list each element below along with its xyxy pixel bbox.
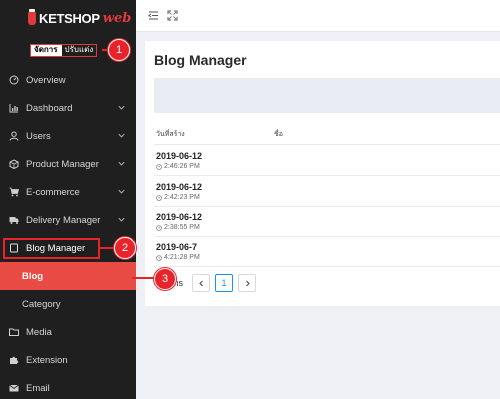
annotation-marker: 2 (114, 237, 136, 259)
pagination-next-button[interactable] (238, 274, 257, 292)
sidebar-item-extension[interactable]: Extension (0, 346, 136, 374)
menu-fold-icon[interactable] (148, 10, 159, 21)
sidebar-item-label: Dashboard (26, 102, 73, 114)
row-time-text: 2:38:55 PM (164, 224, 200, 231)
row-date: 2019-06-12 (156, 182, 203, 192)
sidebar-item-dashboard[interactable]: Dashboard (0, 94, 136, 122)
pagination-prev-button[interactable] (192, 274, 211, 292)
table-header: วันที่สร้าง ชื่อ (154, 127, 500, 145)
sidebar-item-delivery-manager[interactable]: Delivery Manager (0, 206, 136, 234)
column-header-created-date[interactable]: วันที่สร้าง (156, 129, 185, 140)
sidebar-item-label: Delivery Manager (26, 214, 101, 226)
annotation-highlight-box (3, 238, 100, 259)
row-time: 2:46:26 PM (156, 163, 200, 170)
sidebar-item-label: Overview (26, 74, 66, 86)
clock-icon (156, 163, 162, 170)
annotation-marker: 1 (108, 39, 130, 61)
row-date: 2019-06-7 (156, 242, 198, 252)
table-row[interactable]: 2019-06-12 2:46:26 PM (154, 146, 500, 176)
brand-logo[interactable]: KETSHOP web (28, 8, 131, 28)
sidebar-item-product-manager[interactable]: Product Manager (0, 150, 136, 178)
mail-icon (9, 383, 19, 393)
column-header-name[interactable]: ชื่อ (274, 129, 283, 140)
truck-icon (9, 215, 19, 225)
sidebar-item-users[interactable]: Users (0, 122, 136, 150)
clock-icon (156, 194, 162, 201)
row-time-text: 2:46:26 PM (164, 163, 200, 170)
chevron-down-icon (118, 161, 125, 166)
sidebar-subitem-blog[interactable]: Blog (0, 262, 136, 290)
sidebar-menu: Overview Dashboard Users Product Manager… (0, 66, 136, 399)
pagination-page-1[interactable]: 1 (215, 274, 234, 292)
page-title: Blog Manager (154, 52, 247, 68)
row-date: 2019-06-12 (156, 212, 203, 222)
chevron-down-icon (118, 133, 125, 138)
annotation-connector (100, 247, 114, 249)
row-date: 2019-06-12 (156, 151, 203, 161)
sidebar-item-label: Media (26, 326, 52, 338)
row-time-text: 2:42:23 PM (164, 194, 200, 201)
row-time: 2:42:23 PM (156, 194, 200, 201)
folder-icon (9, 327, 19, 337)
fullscreen-icon[interactable] (167, 10, 178, 21)
annotation-marker: 3 (154, 268, 176, 290)
sidebar-item-label: Extension (26, 354, 68, 366)
sidebar-subitem-label: Blog (22, 270, 44, 282)
puzzle-icon (9, 355, 19, 365)
chevron-right-icon (245, 280, 250, 286)
sidebar-item-overview[interactable]: Overview (0, 66, 136, 94)
bar-chart-icon (9, 103, 19, 113)
box-icon (9, 159, 19, 169)
row-time: 4:21:28 PM (156, 254, 200, 261)
chevron-down-icon (118, 189, 125, 194)
sidebar-subitem-category[interactable]: Category (0, 290, 136, 318)
row-time: 2:38:55 PM (156, 224, 200, 231)
role-label-2: ปรับแต่ง (60, 45, 97, 56)
role-label: จัดการ (31, 45, 61, 56)
topbar (136, 0, 500, 32)
cart-icon (9, 187, 19, 197)
clock-icon (156, 254, 162, 261)
sidebar-item-label: Product Manager (26, 158, 99, 170)
sidebar-item-label: Users (26, 130, 51, 142)
gauge-icon (9, 75, 19, 85)
brand-name: KETSHOP (39, 10, 100, 26)
sidebar-item-ecommerce[interactable]: E-commerce (0, 178, 136, 206)
user-icon (9, 131, 19, 141)
filter-bar (154, 78, 500, 113)
clock-icon (156, 224, 162, 231)
shop-cup-icon (28, 8, 36, 25)
content-card: Blog Manager วันที่สร้าง ชื่อ 2019-06-12… (145, 41, 500, 306)
row-time-text: 4:21:28 PM (164, 254, 200, 261)
brand-accent: web (102, 10, 132, 26)
chevron-down-icon (118, 217, 125, 222)
table-row[interactable]: 2019-06-12 2:42:23 PM (154, 177, 500, 207)
sidebar-item-label: Email (26, 382, 50, 394)
chevron-down-icon (118, 105, 125, 110)
app-root: KETSHOP web จัดการ ปรับแต่ง Overview Dash… (0, 0, 500, 399)
table-row[interactable]: 2019-06-12 2:38:55 PM (154, 207, 500, 237)
user-role-box[interactable]: จัดการ ปรับแต่ง (30, 44, 98, 57)
sidebar-item-label: E-commerce (26, 186, 80, 198)
table-row[interactable]: 2019-06-7 4:21:28 PM (154, 237, 500, 267)
chevron-left-icon (198, 280, 203, 286)
sidebar-item-email[interactable]: Email (0, 374, 136, 399)
sidebar-subitem-label: Category (22, 298, 61, 310)
sidebar-item-media[interactable]: Media (0, 318, 136, 346)
